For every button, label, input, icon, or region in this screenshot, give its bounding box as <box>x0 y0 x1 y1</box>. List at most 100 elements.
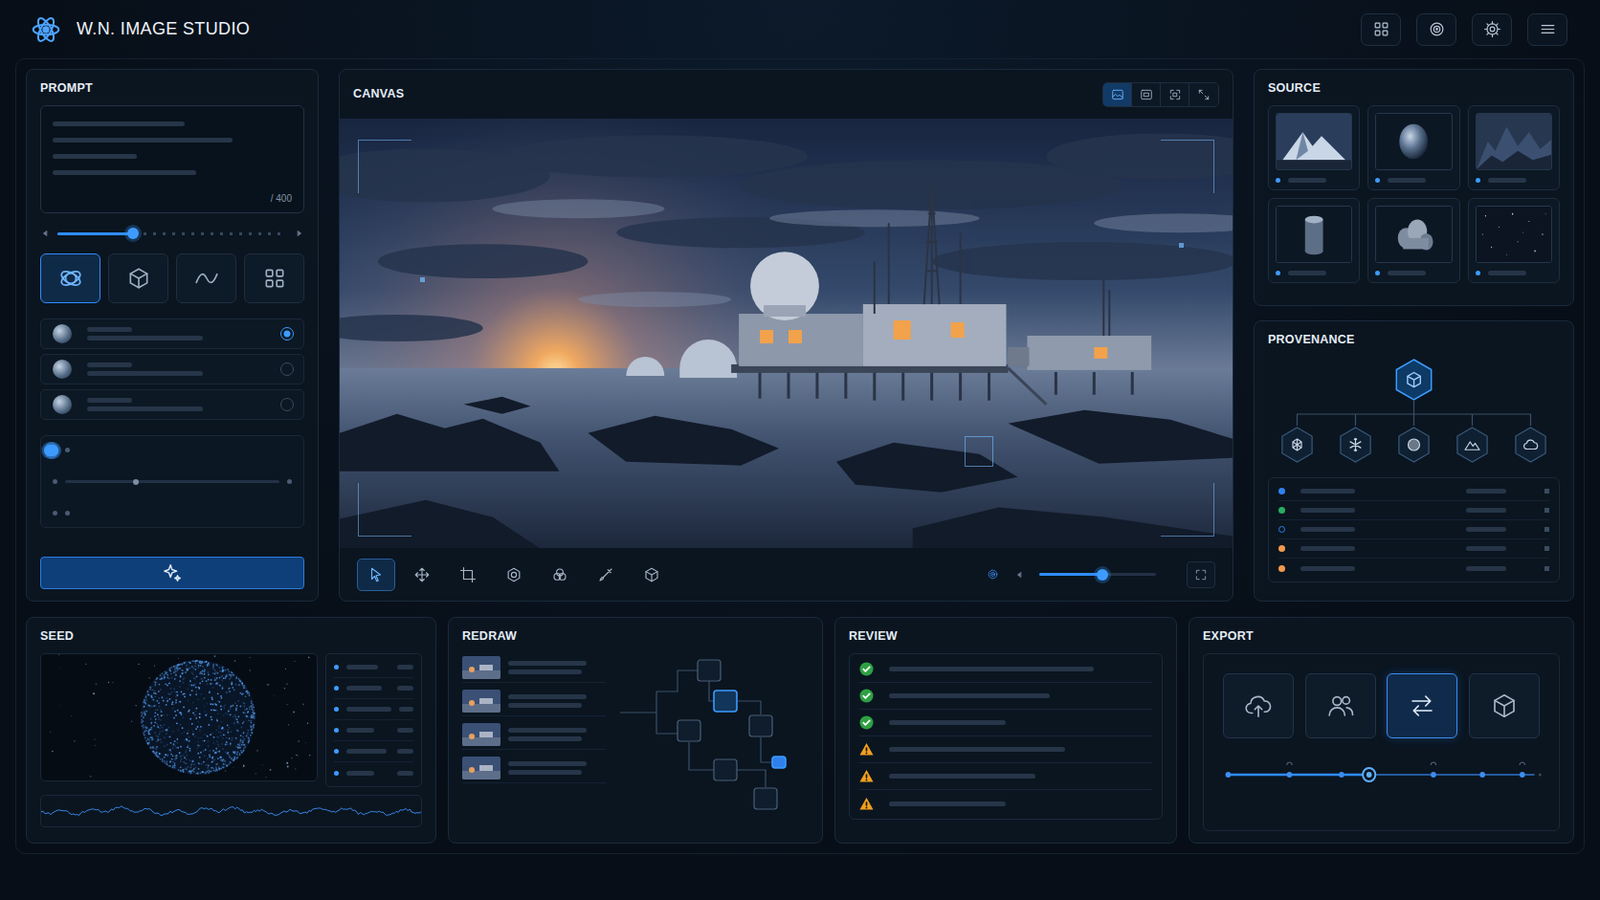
redraw-version[interactable] <box>462 653 606 684</box>
slider-thumb[interactable] <box>1096 569 1109 581</box>
provenance-node[interactable] <box>1340 427 1371 463</box>
header-button[interactable] <box>1471 13 1512 46</box>
slider-thumb[interactable] <box>127 227 139 240</box>
placeholder-line <box>1300 508 1356 513</box>
guide-marker <box>1178 243 1184 248</box>
slider-track[interactable] <box>46 444 59 457</box>
provenance-row[interactable] <box>1278 501 1550 521</box>
provenance-row[interactable] <box>1278 482 1550 502</box>
timeline-handle[interactable] <box>1362 768 1376 782</box>
graph-node[interactable] <box>697 660 721 682</box>
provenance-node[interactable] <box>1457 427 1488 463</box>
seed-entry[interactable] <box>333 741 414 763</box>
source-tile[interactable] <box>1367 105 1460 191</box>
model-radio[interactable] <box>280 327 294 341</box>
export-target[interactable] <box>1468 673 1540 739</box>
slider-thumb[interactable] <box>44 444 57 457</box>
review-item[interactable] <box>859 656 1153 684</box>
seed-entry[interactable] <box>333 762 414 784</box>
source-thumbnail <box>1275 112 1353 171</box>
tool-button[interactable] <box>402 558 442 592</box>
header-button[interactable] <box>1416 13 1457 46</box>
move-icon <box>413 566 431 584</box>
view-button[interactable] <box>1132 83 1161 107</box>
tool-button[interactable] <box>586 558 625 592</box>
placeholder-line <box>1387 177 1426 183</box>
model-radio[interactable] <box>280 398 294 412</box>
mode-button[interactable] <box>108 253 169 304</box>
model-option[interactable] <box>40 389 305 421</box>
slider-track[interactable] <box>1039 573 1156 577</box>
source-title: SOURCE <box>1267 81 1560 96</box>
seed-entry[interactable] <box>333 699 414 721</box>
provenance-node[interactable] <box>1399 427 1429 463</box>
view-button[interactable] <box>1103 83 1133 107</box>
graph-node[interactable] <box>713 759 737 781</box>
source-tile[interactable] <box>1467 198 1560 284</box>
provenance-node[interactable] <box>1282 427 1312 463</box>
header-button[interactable] <box>1360 13 1401 46</box>
review-item[interactable] <box>859 790 1153 818</box>
graph-node[interactable] <box>772 756 786 769</box>
mode-button[interactable] <box>176 253 237 304</box>
prompt-input[interactable]: / 400 <box>40 105 305 214</box>
slider-track[interactable] <box>65 480 280 484</box>
model-option[interactable] <box>40 354 305 385</box>
placeholder-line <box>508 770 582 776</box>
seed-visual[interactable] <box>40 653 318 782</box>
fullscreen-button[interactable] <box>1186 561 1216 589</box>
review-item[interactable] <box>859 683 1153 711</box>
seed-entry[interactable] <box>333 678 414 700</box>
selection-box[interactable] <box>964 436 994 467</box>
provenance-row[interactable] <box>1278 539 1550 559</box>
header-button[interactable] <box>1527 13 1568 46</box>
source-label <box>1375 270 1452 276</box>
review-item[interactable] <box>859 736 1153 764</box>
graph-node[interactable] <box>754 788 778 810</box>
view-button[interactable] <box>1160 83 1190 107</box>
redraw-version[interactable] <box>462 754 606 784</box>
source-tile[interactable] <box>1467 105 1560 191</box>
tool-button[interactable] <box>356 558 396 592</box>
view-button[interactable] <box>1189 83 1219 107</box>
slider-track[interactable] <box>57 232 288 236</box>
redraw-version[interactable] <box>462 687 606 717</box>
slider-thumb[interactable] <box>133 479 139 486</box>
model-radio[interactable] <box>280 362 294 377</box>
export-target[interactable] <box>1386 673 1458 739</box>
canvas-image[interactable] <box>339 118 1233 549</box>
canvas-corner-guide <box>1160 483 1215 537</box>
status-dot <box>1278 545 1286 553</box>
source-thumbnail <box>1475 205 1553 264</box>
source-tile[interactable] <box>1267 105 1360 191</box>
seed-entry[interactable] <box>333 657 414 679</box>
orbit-icon <box>58 266 84 291</box>
graph-node[interactable] <box>749 715 773 737</box>
tool-button[interactable] <box>540 558 579 592</box>
source-tile[interactable] <box>1367 198 1460 284</box>
review-item[interactable] <box>859 763 1153 791</box>
tool-button[interactable] <box>494 558 534 592</box>
seed-entry[interactable] <box>333 720 414 742</box>
source-label <box>1375 177 1452 183</box>
graph-node[interactable] <box>713 690 737 712</box>
export-target[interactable] <box>1222 673 1294 739</box>
provenance-node[interactable] <box>1515 427 1546 463</box>
review-item[interactable] <box>859 710 1153 737</box>
export-target[interactable] <box>1305 673 1377 739</box>
tool-button[interactable] <box>632 558 671 592</box>
model-option[interactable] <box>40 318 305 350</box>
status-dot <box>1278 488 1286 495</box>
graph-node[interactable] <box>677 720 701 742</box>
tool-button[interactable] <box>448 558 488 592</box>
redraw-version[interactable] <box>462 720 606 751</box>
generate-button[interactable] <box>40 556 305 590</box>
source-tile[interactable] <box>1267 198 1360 284</box>
provenance-root-node[interactable] <box>1396 359 1431 400</box>
provenance-row[interactable] <box>1278 520 1550 540</box>
mode-button[interactable] <box>244 253 305 304</box>
mode-button[interactable] <box>40 253 101 304</box>
placeholder-line <box>1288 177 1327 183</box>
export-timeline[interactable] <box>1219 754 1544 787</box>
provenance-row[interactable] <box>1278 558 1550 578</box>
